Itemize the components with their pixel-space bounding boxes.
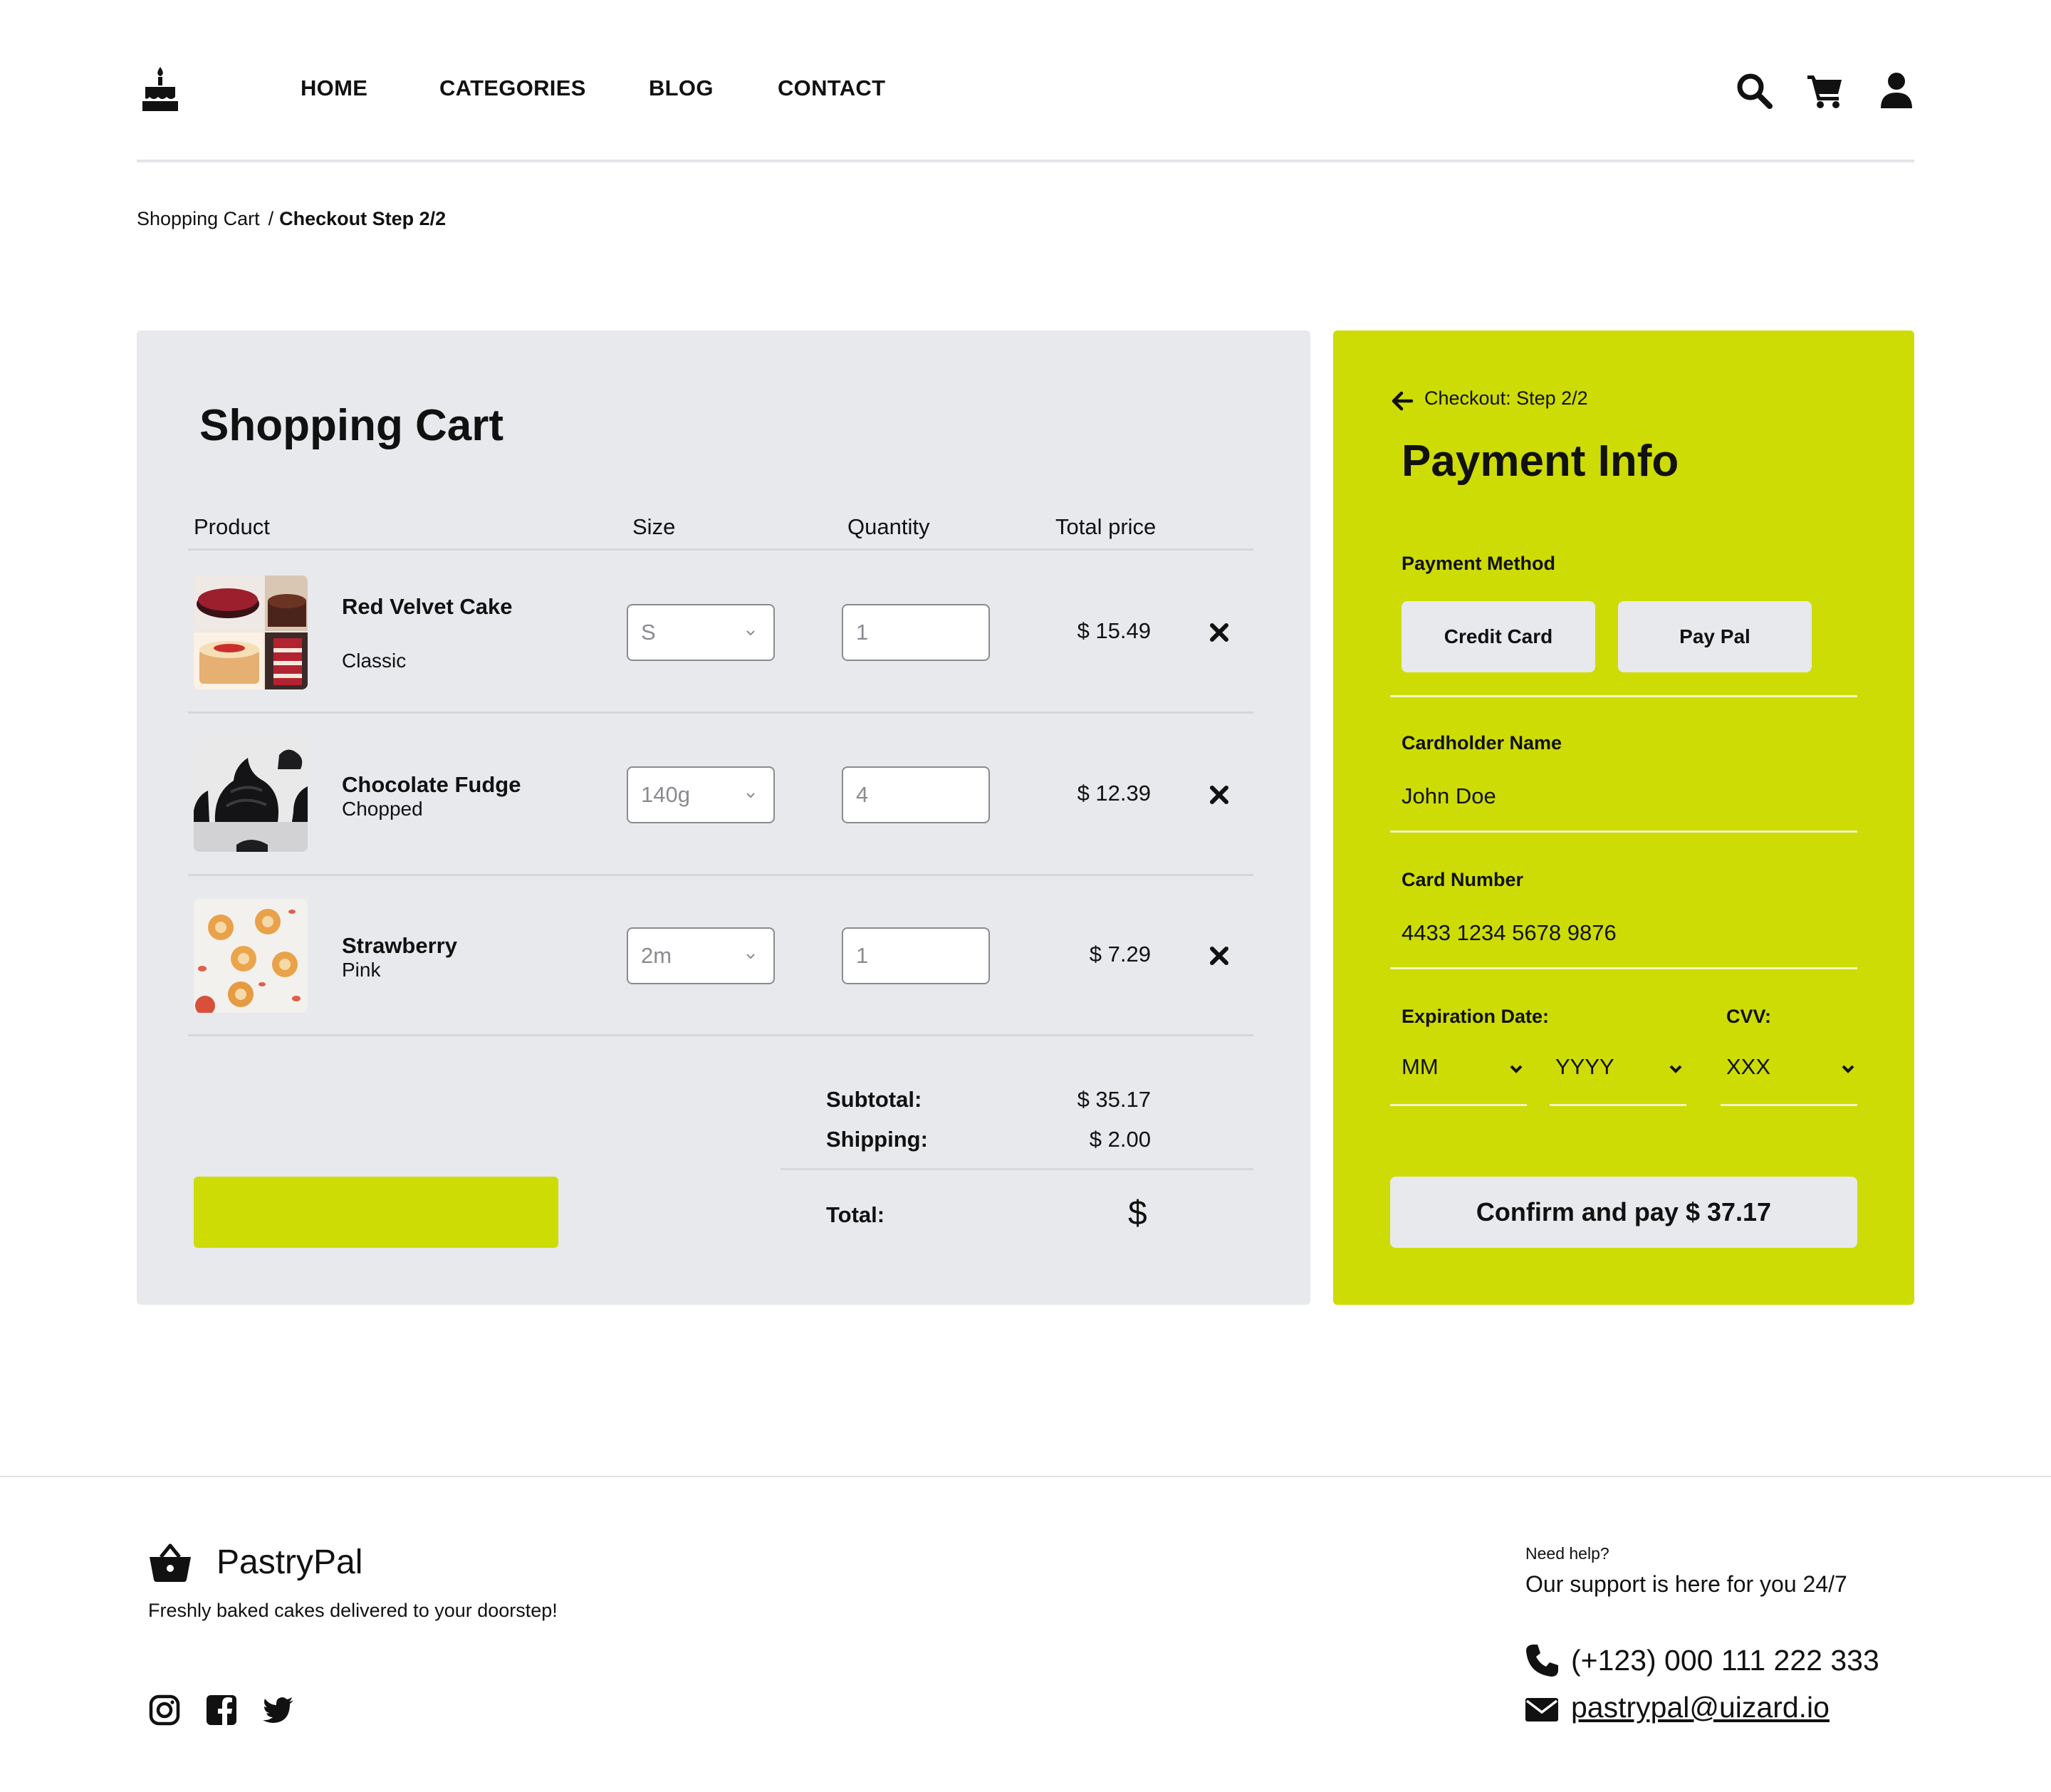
col-header-total: Total price [1055,514,1157,539]
footer-email-link[interactable]: pastrypal@uizard.io [1571,1691,1830,1724]
card-number-input[interactable]: 4433 1234 5678 9876 [1402,920,1617,946]
remove-item-icon[interactable] [1206,620,1232,645]
cvv-select[interactable]: XXX [1726,1047,1856,1090]
footer-phone: (+123) 000 111 222 333 [1571,1644,1879,1677]
product-name: Red Velvet Cake [342,594,513,619]
footer-help-label: Need help? [1525,1544,1609,1563]
checkout-step-label[interactable]: Checkout: Step 2/2 [1424,387,1588,410]
nav-blog[interactable]: BLOG [649,75,714,101]
expiration-label: Expiration Date: [1402,1006,1550,1027]
footer-brand: PastryPal [216,1543,363,1581]
col-header-quantity: Quantity [847,514,930,539]
arrow-left-icon[interactable] [1390,389,1414,413]
user-icon[interactable] [1877,71,1916,110]
cvv-label: CVV: [1726,1006,1772,1027]
year-select-value: YYYY [1555,1054,1614,1079]
payment-method-label: Payment Method [1402,553,1556,574]
continue-button[interactable] [194,1177,558,1248]
month-select-value: MM [1402,1054,1439,1079]
chevron-down-icon [746,954,755,959]
chevron-down-icon [1842,1065,1854,1073]
header-divider [137,160,1914,162]
nav-contact[interactable]: CONTACT [778,75,885,101]
subtotal-label: Subtotal: [826,1087,922,1112]
item-price: $ 7.29 [1089,942,1151,967]
instagram-icon[interactable] [148,1694,181,1726]
footer-tagline: Freshly baked cakes delivered to your do… [148,1600,558,1621]
card-number-label: Card Number [1402,869,1524,890]
cvv-select-value: XXX [1726,1054,1771,1079]
basket-icon [150,1543,191,1582]
month-select[interactable]: MM [1402,1047,1524,1090]
product-variant: Pink [342,959,381,981]
nav-categories[interactable]: CATEGORIES [439,75,586,101]
product-image-chocolate-fudge [194,738,308,852]
footer-divider [0,1476,2051,1477]
remove-item-icon[interactable] [1206,782,1232,808]
payment-divider [1390,695,1857,697]
row-divider [188,712,1253,714]
twitter-icon[interactable] [262,1694,295,1726]
mail-icon [1525,1698,1558,1721]
year-select[interactable]: YYYY [1555,1047,1684,1090]
size-select[interactable]: 2m [627,927,775,984]
product-image-strawberry [194,899,308,1013]
size-select-value: 140g [641,782,690,807]
card-number-underline [1390,967,1857,969]
total-value: $ [1128,1194,1147,1232]
breadcrumb-current: Checkout Step 2/2 [279,208,447,229]
footer-support-text: Our support is here for you 24/7 [1525,1571,1847,1597]
product-name: Chocolate Fudge [342,772,521,797]
size-select[interactable]: 140g [627,766,775,823]
month-underline [1390,1104,1527,1106]
summary-divider [781,1168,1253,1170]
breadcrumb: Shopping Cart / Checkout Step 2/2 [137,208,446,230]
facebook-icon[interactable] [205,1694,238,1726]
product-variant: Classic [342,650,407,672]
shipping-value: $ 2.00 [1089,1127,1151,1152]
confirm-pay-button[interactable]: Confirm and pay $ 37.17 [1390,1177,1857,1248]
quantity-input[interactable] [842,766,990,823]
quantity-input[interactable] [842,604,990,661]
item-price: $ 15.49 [1077,618,1151,643]
paypal-button[interactable]: Pay Pal [1618,601,1812,672]
size-select[interactable]: S [627,604,775,661]
phone-icon [1526,1645,1558,1677]
col-header-product: Product [194,514,270,539]
cardholder-underline [1390,830,1857,833]
breadcrumb-separator: / [268,208,274,229]
payment-title: Payment Info [1402,437,1679,486]
cvv-underline [1721,1104,1857,1106]
row-divider [188,874,1253,876]
search-icon[interactable] [1735,71,1773,110]
item-price: $ 12.39 [1077,781,1151,806]
shipping-label: Shipping: [826,1127,928,1152]
chevron-down-icon [746,793,755,798]
breadcrumb-shopping-cart[interactable]: Shopping Cart [137,208,260,229]
chevron-down-icon [746,630,755,636]
subtotal-value: $ 35.17 [1077,1087,1151,1112]
product-variant: Chopped [342,798,423,820]
cake-logo-icon[interactable] [141,66,179,113]
cart-title: Shopping Cart [199,401,504,450]
product-image-red-velvet [194,575,308,689]
cart-icon[interactable] [1806,71,1844,110]
chevron-down-icon [1510,1065,1523,1073]
col-header-size: Size [632,514,676,539]
row-divider [188,1034,1253,1036]
cardholder-input[interactable]: John Doe [1402,783,1496,809]
table-header-divider [188,548,1253,551]
size-select-value: 2m [641,943,672,968]
credit-card-button[interactable]: Credit Card [1402,601,1595,672]
quantity-input[interactable] [842,927,990,984]
year-underline [1550,1104,1686,1106]
chevron-down-icon [1669,1065,1682,1073]
size-select-value: S [641,620,656,645]
product-name: Strawberry [342,933,457,958]
cardholder-label: Cardholder Name [1402,732,1562,754]
total-label: Total: [826,1202,885,1227]
remove-item-icon[interactable] [1206,943,1232,969]
nav-home[interactable]: HOME [301,75,367,101]
